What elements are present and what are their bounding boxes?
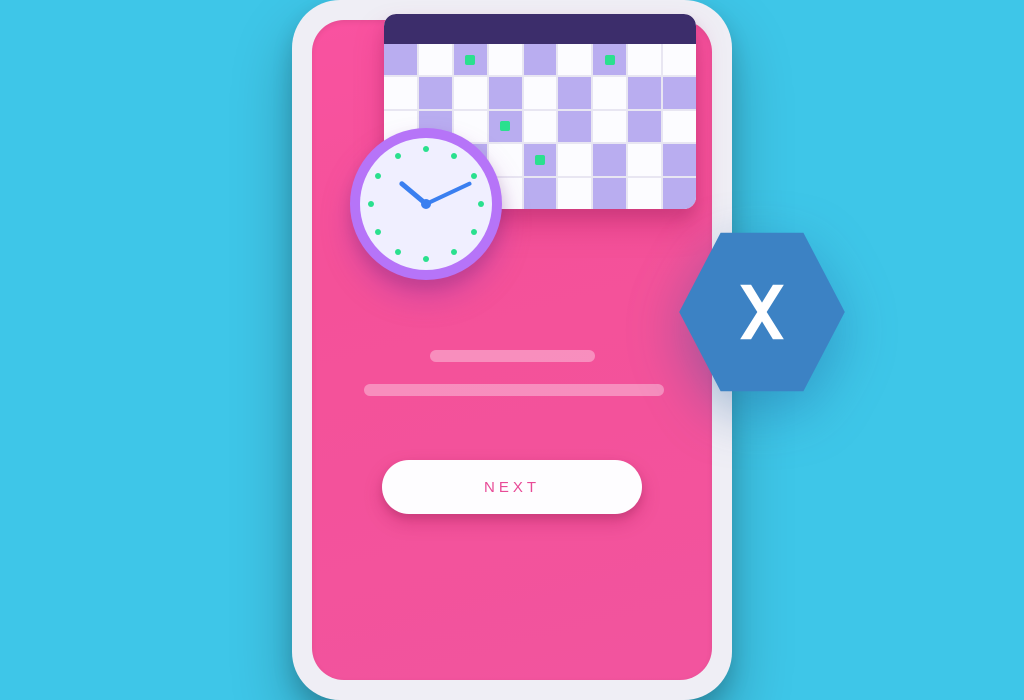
clock-tick (423, 256, 429, 262)
clock-minute-hand (425, 181, 472, 206)
calendar-cell (524, 178, 557, 209)
calendar-cell (593, 44, 626, 75)
calendar-cell (663, 44, 696, 75)
clock-tick (451, 153, 457, 159)
calendar-cell (558, 44, 591, 75)
calendar-cell (384, 77, 417, 108)
calendar-header (384, 14, 696, 44)
clock-tick (471, 173, 477, 179)
calendar-cell (628, 178, 661, 209)
clock-tick (478, 201, 484, 207)
calendar-cell (524, 144, 557, 175)
calendar-cell (489, 44, 522, 75)
calendar-event-dot (535, 155, 545, 165)
calendar-cell (419, 44, 452, 75)
calendar-cell (489, 77, 522, 108)
clock-tick (423, 146, 429, 152)
xamarin-icon (672, 222, 852, 402)
calendar-cell (593, 144, 626, 175)
calendar-cell (628, 44, 661, 75)
calendar-cell (663, 144, 696, 175)
calendar-cell (558, 111, 591, 142)
clock-tick (375, 229, 381, 235)
clock-tick (451, 249, 457, 255)
clock-center (421, 199, 431, 209)
calendar-event-dot (465, 55, 475, 65)
clock-icon (350, 128, 502, 280)
calendar-cell (558, 144, 591, 175)
calendar-cell (384, 44, 417, 75)
calendar-cell (663, 178, 696, 209)
calendar-event-dot (605, 55, 615, 65)
clock-tick (395, 249, 401, 255)
placeholder-line (430, 350, 595, 362)
calendar-cell (454, 44, 487, 75)
calendar-cell (628, 111, 661, 142)
calendar-cell (663, 111, 696, 142)
next-button[interactable]: NEXT (382, 460, 642, 514)
calendar-cell (593, 178, 626, 209)
clock-tick (368, 201, 374, 207)
calendar-cell (628, 77, 661, 108)
phone-screen: NEXT (312, 20, 712, 680)
calendar-cell (419, 77, 452, 108)
clock-tick (395, 153, 401, 159)
calendar-cell (593, 77, 626, 108)
calendar-cell (524, 77, 557, 108)
clock-tick (375, 173, 381, 179)
calendar-cell (558, 77, 591, 108)
calendar-cell (489, 111, 522, 142)
clock-tick (471, 229, 477, 235)
next-button-label: NEXT (484, 479, 540, 496)
calendar-cell (524, 44, 557, 75)
clock-face (360, 138, 492, 270)
calendar-cell (628, 144, 661, 175)
calendar-cell (524, 111, 557, 142)
calendar-cell (454, 77, 487, 108)
calendar-cell (558, 178, 591, 209)
calendar-event-dot (500, 121, 510, 131)
placeholder-line (364, 384, 664, 396)
calendar-cell (593, 111, 626, 142)
calendar-cell (663, 77, 696, 108)
phone-frame: NEXT (292, 0, 732, 700)
